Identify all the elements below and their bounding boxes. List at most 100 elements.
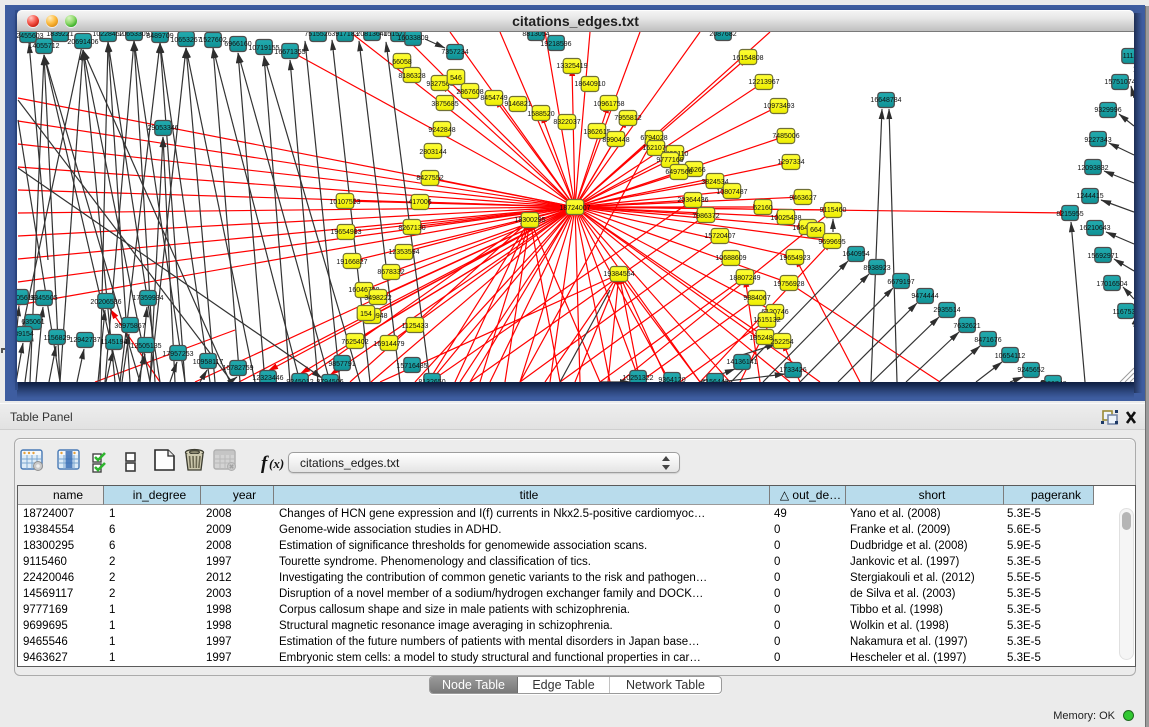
svg-text:7515526: 7515526 — [304, 32, 331, 38]
svg-text:9146821: 9146821 — [504, 101, 531, 108]
svg-text:17359934: 17359934 — [132, 295, 163, 302]
svg-text:10107553: 10107553 — [329, 199, 360, 206]
svg-text:20691406: 20691406 — [67, 39, 98, 46]
svg-text:19654983: 19654983 — [330, 229, 361, 236]
svg-text:9364120: 9364120 — [658, 377, 685, 382]
svg-text:8322037: 8322037 — [553, 119, 580, 126]
svg-text:14136141: 14136141 — [726, 359, 757, 366]
svg-text:15720407: 15720407 — [704, 233, 735, 240]
svg-text:12353594: 12353594 — [388, 249, 419, 256]
svg-text:3875685: 3875685 — [431, 101, 458, 108]
svg-text:7357234: 7357234 — [441, 49, 468, 56]
svg-text:10958117: 10958117 — [193, 359, 224, 366]
svg-text:8794506: 8794506 — [316, 379, 343, 382]
svg-text:(x): (x) — [269, 456, 284, 471]
svg-text:9227343: 9227343 — [1084, 137, 1111, 144]
svg-text:9245012: 9245012 — [286, 379, 313, 382]
svg-text:546: 546 — [450, 75, 462, 82]
svg-text:10025438: 10025438 — [770, 215, 801, 222]
svg-text:664: 664 — [810, 227, 822, 234]
svg-text:30975867: 30975867 — [114, 323, 145, 330]
svg-text:7485006: 7485006 — [772, 133, 799, 140]
svg-text:20364436: 20364436 — [677, 197, 708, 204]
svg-text:2156443: 2156443 — [701, 379, 728, 382]
svg-text:9463627: 9463627 — [789, 195, 816, 202]
svg-text:1167533: 1167533 — [1113, 309, 1134, 316]
svg-text:19654923: 19654923 — [779, 255, 810, 262]
svg-text:62160: 62160 — [753, 205, 773, 212]
svg-text:1733426: 1733426 — [779, 367, 806, 374]
svg-text:10654112: 10654112 — [995, 353, 1026, 360]
svg-text:15692971: 15692971 — [1087, 253, 1118, 260]
svg-text:2087682: 2087682 — [709, 32, 736, 38]
svg-text:7955812: 7955812 — [614, 115, 641, 122]
svg-text:15716485: 15716485 — [396, 363, 427, 370]
svg-text:8186328: 8186328 — [398, 73, 425, 80]
svg-text:8427552: 8427552 — [416, 175, 443, 182]
svg-text:f: f — [261, 453, 269, 474]
svg-text:1156829: 1156829 — [44, 335, 71, 342]
svg-text:8267130: 8267130 — [398, 225, 425, 232]
svg-text:9345505: 9345505 — [30, 295, 57, 302]
svg-text:8813054: 8813054 — [522, 32, 549, 38]
svg-text:16671355: 16671355 — [274, 49, 305, 56]
svg-text:417006: 417006 — [408, 199, 431, 206]
svg-text:8938923: 8938923 — [863, 265, 890, 272]
svg-text:1839221: 1839221 — [46, 32, 73, 38]
svg-text:3498222: 3498222 — [364, 295, 391, 302]
svg-text:9474444: 9474444 — [911, 293, 938, 300]
svg-text:12213967: 12213967 — [748, 79, 779, 86]
svg-text:19384554: 19384554 — [603, 271, 634, 278]
svg-text:29053346: 29053346 — [147, 125, 178, 132]
svg-text:1112: 1112 — [1123, 53, 1134, 60]
svg-text:2935514: 2935514 — [933, 307, 960, 314]
svg-text:154: 154 — [360, 311, 372, 318]
svg-text:17016504: 17016504 — [1096, 281, 1127, 288]
svg-text:12505135: 12505135 — [130, 343, 161, 350]
svg-text:8990448: 8990448 — [602, 137, 629, 144]
svg-text:17957253: 17957253 — [162, 351, 193, 358]
svg-text:2803144: 2803144 — [419, 149, 446, 156]
svg-text:10973493: 10973493 — [763, 103, 794, 110]
svg-text:12323446: 12323446 — [252, 375, 283, 382]
svg-text:18300295: 18300295 — [514, 217, 545, 224]
svg-text:20206536: 20206536 — [90, 299, 121, 306]
svg-text:8471676: 8471676 — [974, 337, 1001, 344]
svg-text:13325419: 13325419 — [556, 63, 587, 70]
svg-text:15751074: 15751074 — [1104, 79, 1134, 86]
svg-text:16782759: 16782759 — [222, 365, 253, 372]
svg-text:9245652: 9245652 — [1017, 367, 1044, 374]
svg-text:16648784: 16648784 — [870, 97, 901, 104]
svg-text:9115460: 9115460 — [820, 207, 847, 214]
svg-text:66058: 66058 — [392, 59, 412, 66]
svg-text:1297334: 1297334 — [777, 159, 804, 166]
svg-text:252254: 252254 — [770, 339, 793, 346]
svg-text:1640954: 1640954 — [842, 251, 869, 258]
svg-text:12942737: 12942737 — [69, 337, 100, 344]
svg-text:10807487: 10807487 — [716, 189, 747, 196]
svg-text:9857791: 9857791 — [328, 361, 355, 368]
svg-text:8132650: 8132650 — [418, 379, 445, 382]
svg-text:10251322: 10251322 — [622, 375, 653, 382]
svg-text:16914479: 16914479 — [373, 341, 404, 348]
svg-text:16033809: 16033809 — [397, 35, 428, 42]
svg-text:16210643: 16210643 — [1079, 225, 1110, 232]
svg-text:7986372: 7986372 — [692, 213, 719, 220]
svg-text:19166827: 19166827 — [336, 259, 367, 266]
svg-text:6497568: 6497568 — [665, 169, 692, 176]
svg-text:9699695: 9699695 — [818, 239, 845, 246]
svg-text:12093832: 12093832 — [1077, 165, 1108, 172]
svg-text:10653267: 10653267 — [170, 37, 201, 44]
svg-text:18724007: 18724007 — [559, 205, 590, 212]
svg-text:18640910: 18640910 — [574, 81, 605, 88]
svg-text:3917183: 3917183 — [331, 32, 358, 38]
svg-text:9329996: 9329996 — [1094, 107, 1121, 114]
svg-text:1588520: 1588520 — [527, 111, 554, 118]
svg-text:1615132: 1615132 — [753, 317, 780, 324]
svg-text:8215955: 8215955 — [1056, 211, 1083, 218]
svg-text:10688609: 10688609 — [715, 255, 746, 262]
svg-text:8678332: 8678332 — [377, 269, 404, 276]
svg-text:1145194: 1145194 — [101, 339, 128, 346]
svg-text:7632621: 7632621 — [953, 323, 980, 330]
svg-text:16154808: 16154808 — [732, 55, 763, 62]
